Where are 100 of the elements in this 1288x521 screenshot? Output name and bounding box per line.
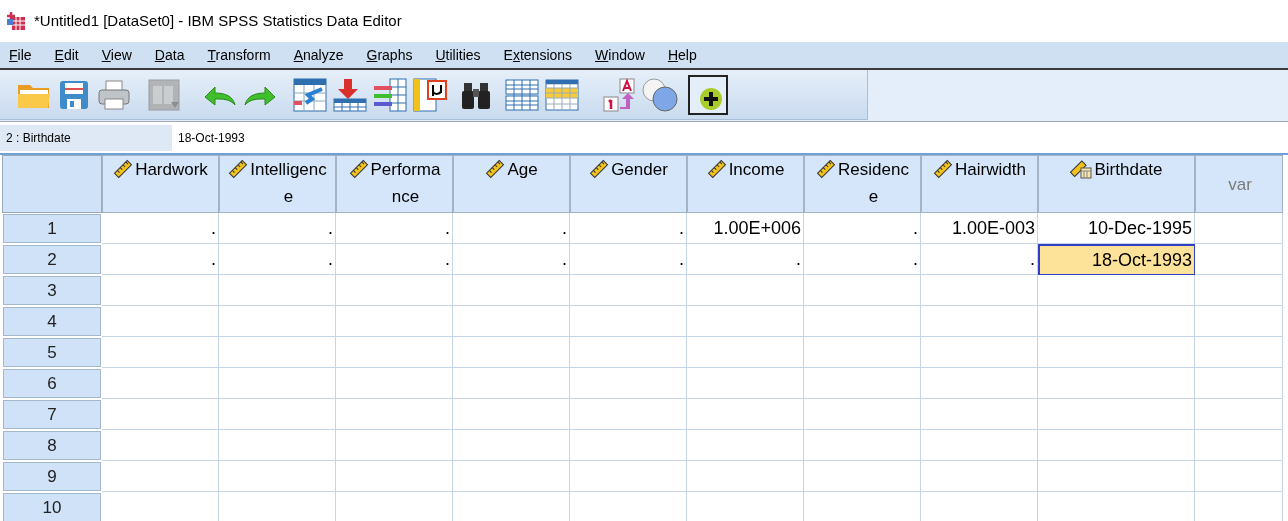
table-cell[interactable]	[102, 306, 219, 337]
table-cell[interactable]	[453, 337, 570, 368]
menu-item[interactable]: View	[94, 44, 139, 66]
row-header[interactable]: 9	[3, 462, 101, 491]
menu-item[interactable]: Window	[588, 44, 652, 66]
table-cell[interactable]	[1195, 368, 1283, 399]
menu-item[interactable]: Analyze	[286, 44, 351, 66]
table-cell[interactable]	[921, 430, 1038, 461]
table-cell[interactable]	[921, 275, 1038, 306]
table-cell[interactable]	[219, 399, 336, 430]
table-cell[interactable]	[102, 430, 219, 461]
cell-value-field[interactable]: 18-Oct-1993	[172, 125, 1288, 151]
table-cell[interactable]	[1195, 306, 1283, 337]
table-cell[interactable]	[336, 430, 453, 461]
row-header[interactable]: 1	[3, 214, 101, 243]
table-cell[interactable]	[219, 337, 336, 368]
table-cell[interactable]	[1195, 430, 1283, 461]
table-cell[interactable]	[219, 368, 336, 399]
table-cell[interactable]	[921, 399, 1038, 430]
table-cell[interactable]	[570, 399, 687, 430]
table-cell[interactable]: .	[453, 213, 570, 244]
column-header[interactable]: Gender	[570, 155, 687, 213]
table-cell[interactable]	[804, 430, 921, 461]
row-header[interactable]: 10	[3, 493, 101, 521]
table-cell[interactable]: .	[336, 213, 453, 244]
table-cell[interactable]	[336, 306, 453, 337]
table-cell[interactable]	[219, 461, 336, 492]
table-cell[interactable]: 18-Oct-1993	[1038, 244, 1195, 275]
column-header[interactable]: Hardwork	[102, 155, 219, 213]
table-cell[interactable]	[570, 368, 687, 399]
add-on-icon[interactable]	[688, 74, 728, 115]
table-cell[interactable]	[1038, 399, 1195, 430]
table-cell[interactable]	[804, 461, 921, 492]
table-cell[interactable]	[1038, 430, 1195, 461]
table-cell[interactable]	[687, 461, 804, 492]
table-cell[interactable]	[1195, 337, 1283, 368]
menu-item[interactable]: Edit	[47, 44, 86, 66]
menu-item[interactable]: Utilities	[428, 44, 488, 66]
column-header[interactable]: Performa nce	[336, 155, 453, 213]
row-header[interactable]: 7	[3, 400, 101, 429]
menu-item[interactable]: Data	[147, 44, 192, 66]
table-cell[interactable]	[1195, 275, 1283, 306]
row-header[interactable]: 3	[3, 276, 101, 305]
table-cell[interactable]	[102, 275, 219, 306]
table-cell[interactable]	[570, 306, 687, 337]
table-cell[interactable]	[102, 368, 219, 399]
table-cell[interactable]	[453, 306, 570, 337]
table-cell[interactable]	[453, 368, 570, 399]
column-header[interactable]: Residenc e	[804, 155, 921, 213]
table-cell[interactable]	[336, 337, 453, 368]
column-header[interactable]: Hairwidth	[921, 155, 1038, 213]
table-cell[interactable]	[804, 275, 921, 306]
table-cell[interactable]	[921, 337, 1038, 368]
table-cell[interactable]	[336, 275, 453, 306]
table-cell[interactable]	[804, 337, 921, 368]
table-cell[interactable]	[1195, 461, 1283, 492]
menu-item[interactable]: File	[2, 44, 39, 66]
table-cell[interactable]	[1195, 213, 1283, 244]
table-cell[interactable]	[687, 306, 804, 337]
menu-item[interactable]: Extensions	[496, 44, 580, 66]
table-cell[interactable]	[804, 306, 921, 337]
menu-item[interactable]: Graphs	[359, 44, 420, 66]
row-header[interactable]: 6	[3, 369, 101, 398]
row-header[interactable]: 2	[3, 245, 101, 274]
table-cell[interactable]	[921, 306, 1038, 337]
table-cell[interactable]	[804, 368, 921, 399]
table-cell[interactable]	[102, 337, 219, 368]
table-cell[interactable]	[336, 368, 453, 399]
table-cell[interactable]	[219, 430, 336, 461]
table-cell[interactable]: .	[102, 244, 219, 275]
table-cell[interactable]	[1038, 275, 1195, 306]
menu-item[interactable]: Help	[660, 44, 704, 66]
table-cell[interactable]	[921, 461, 1038, 492]
menu-item[interactable]: Transform	[200, 44, 278, 66]
table-cell[interactable]	[570, 275, 687, 306]
table-cell[interactable]	[1195, 244, 1283, 275]
table-cell[interactable]	[687, 430, 804, 461]
column-header[interactable]: Intelligenc e	[219, 155, 336, 213]
table-cell[interactable]	[687, 399, 804, 430]
table-cell[interactable]	[570, 337, 687, 368]
table-cell[interactable]	[1038, 368, 1195, 399]
table-cell[interactable]	[336, 399, 453, 430]
table-cell[interactable]	[102, 461, 219, 492]
table-cell[interactable]: .	[219, 244, 336, 275]
table-cell[interactable]: .	[570, 244, 687, 275]
table-cell[interactable]: .	[804, 213, 921, 244]
table-cell[interactable]: .	[336, 244, 453, 275]
table-cell[interactable]	[1195, 399, 1283, 430]
table-cell[interactable]	[570, 461, 687, 492]
table-cell[interactable]: .	[570, 213, 687, 244]
table-cell[interactable]	[570, 430, 687, 461]
table-cell[interactable]	[687, 368, 804, 399]
column-header[interactable]: Birthdate	[1038, 155, 1195, 213]
table-cell[interactable]	[453, 275, 570, 306]
table-cell[interactable]: .	[219, 213, 336, 244]
row-header[interactable]: 5	[3, 338, 101, 367]
row-header[interactable]: 4	[3, 307, 101, 336]
table-cell[interactable]: .	[804, 244, 921, 275]
table-cell[interactable]	[453, 399, 570, 430]
row-header[interactable]: 8	[3, 431, 101, 460]
